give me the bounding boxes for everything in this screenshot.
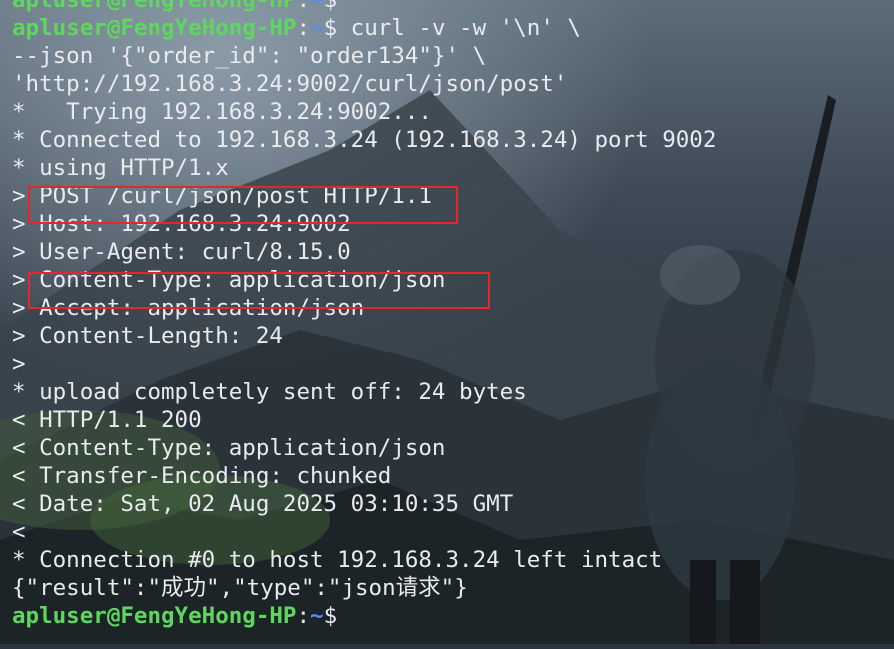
prompt-path: ~	[310, 15, 324, 41]
prompt-path: ~	[310, 603, 324, 629]
verbose-line: * using HTTP/1.x	[12, 155, 229, 181]
prompt-line: apluser@FengYeHong-HP:~$	[12, 602, 892, 630]
response-header: < Date: Sat, 02 Aug 2025 03:10:35 GMT	[12, 491, 514, 517]
prompt-colon: :	[296, 15, 311, 41]
terminal-output[interactable]: apluser@FengYeHong-HP:~$ apluser@FengYeH…	[12, 0, 892, 644]
prompt-dollar: $	[323, 15, 338, 41]
response-header: < Transfer-Encoding: chunked	[12, 463, 392, 489]
command-continuation: 'http://192.168.3.24:9002/curl/json/post…	[12, 71, 568, 97]
request-header: > User-Agent: curl/8.15.0	[12, 239, 351, 265]
command-continuation: --json '{"order_id": "order134"}' \	[12, 43, 487, 69]
request-header: > Content-Type: application/json	[12, 267, 446, 293]
prompt-dollar: $	[323, 0, 338, 13]
request-end: >	[12, 351, 26, 377]
prompt-line: apluser@FengYeHong-HP:~$	[12, 0, 892, 14]
request-header: > Content-Length: 24	[12, 323, 283, 349]
prompt-colon: :	[296, 0, 311, 13]
verbose-line: * Trying 192.168.3.24:9002...	[12, 99, 432, 125]
request-header: > Accept: application/json	[12, 295, 365, 321]
prompt-user-host: apluser@FengYeHong-HP	[12, 603, 297, 629]
verbose-line: * Connected to 192.168.3.24 (192.168.3.2…	[12, 127, 717, 153]
prompt-user-host: apluser@FengYeHong-HP	[12, 15, 297, 41]
request-header: > Host: 192.168.3.24:9002	[12, 211, 351, 237]
prompt-user-host: apluser@FengYeHong-HP	[12, 0, 297, 13]
command-line: apluser@FengYeHong-HP:~$ curl -v -w '\n'…	[12, 14, 892, 42]
verbose-line: * upload completely sent off: 24 bytes	[12, 379, 527, 405]
response-status: < HTTP/1.1 200	[12, 407, 202, 433]
prompt-colon: :	[296, 603, 311, 629]
prompt-dollar: $	[323, 603, 338, 629]
response-body: {"result":"成功","type":"json请求"}	[12, 575, 468, 601]
response-end: <	[12, 519, 26, 545]
request-line: > POST /curl/json/post HTTP/1.1	[12, 183, 432, 209]
prompt-path: ~	[310, 0, 324, 13]
command-text: curl -v -w '\n' \	[337, 15, 581, 41]
verbose-line: * Connection #0 to host 192.168.3.24 lef…	[12, 547, 663, 573]
response-header: < Content-Type: application/json	[12, 435, 446, 461]
